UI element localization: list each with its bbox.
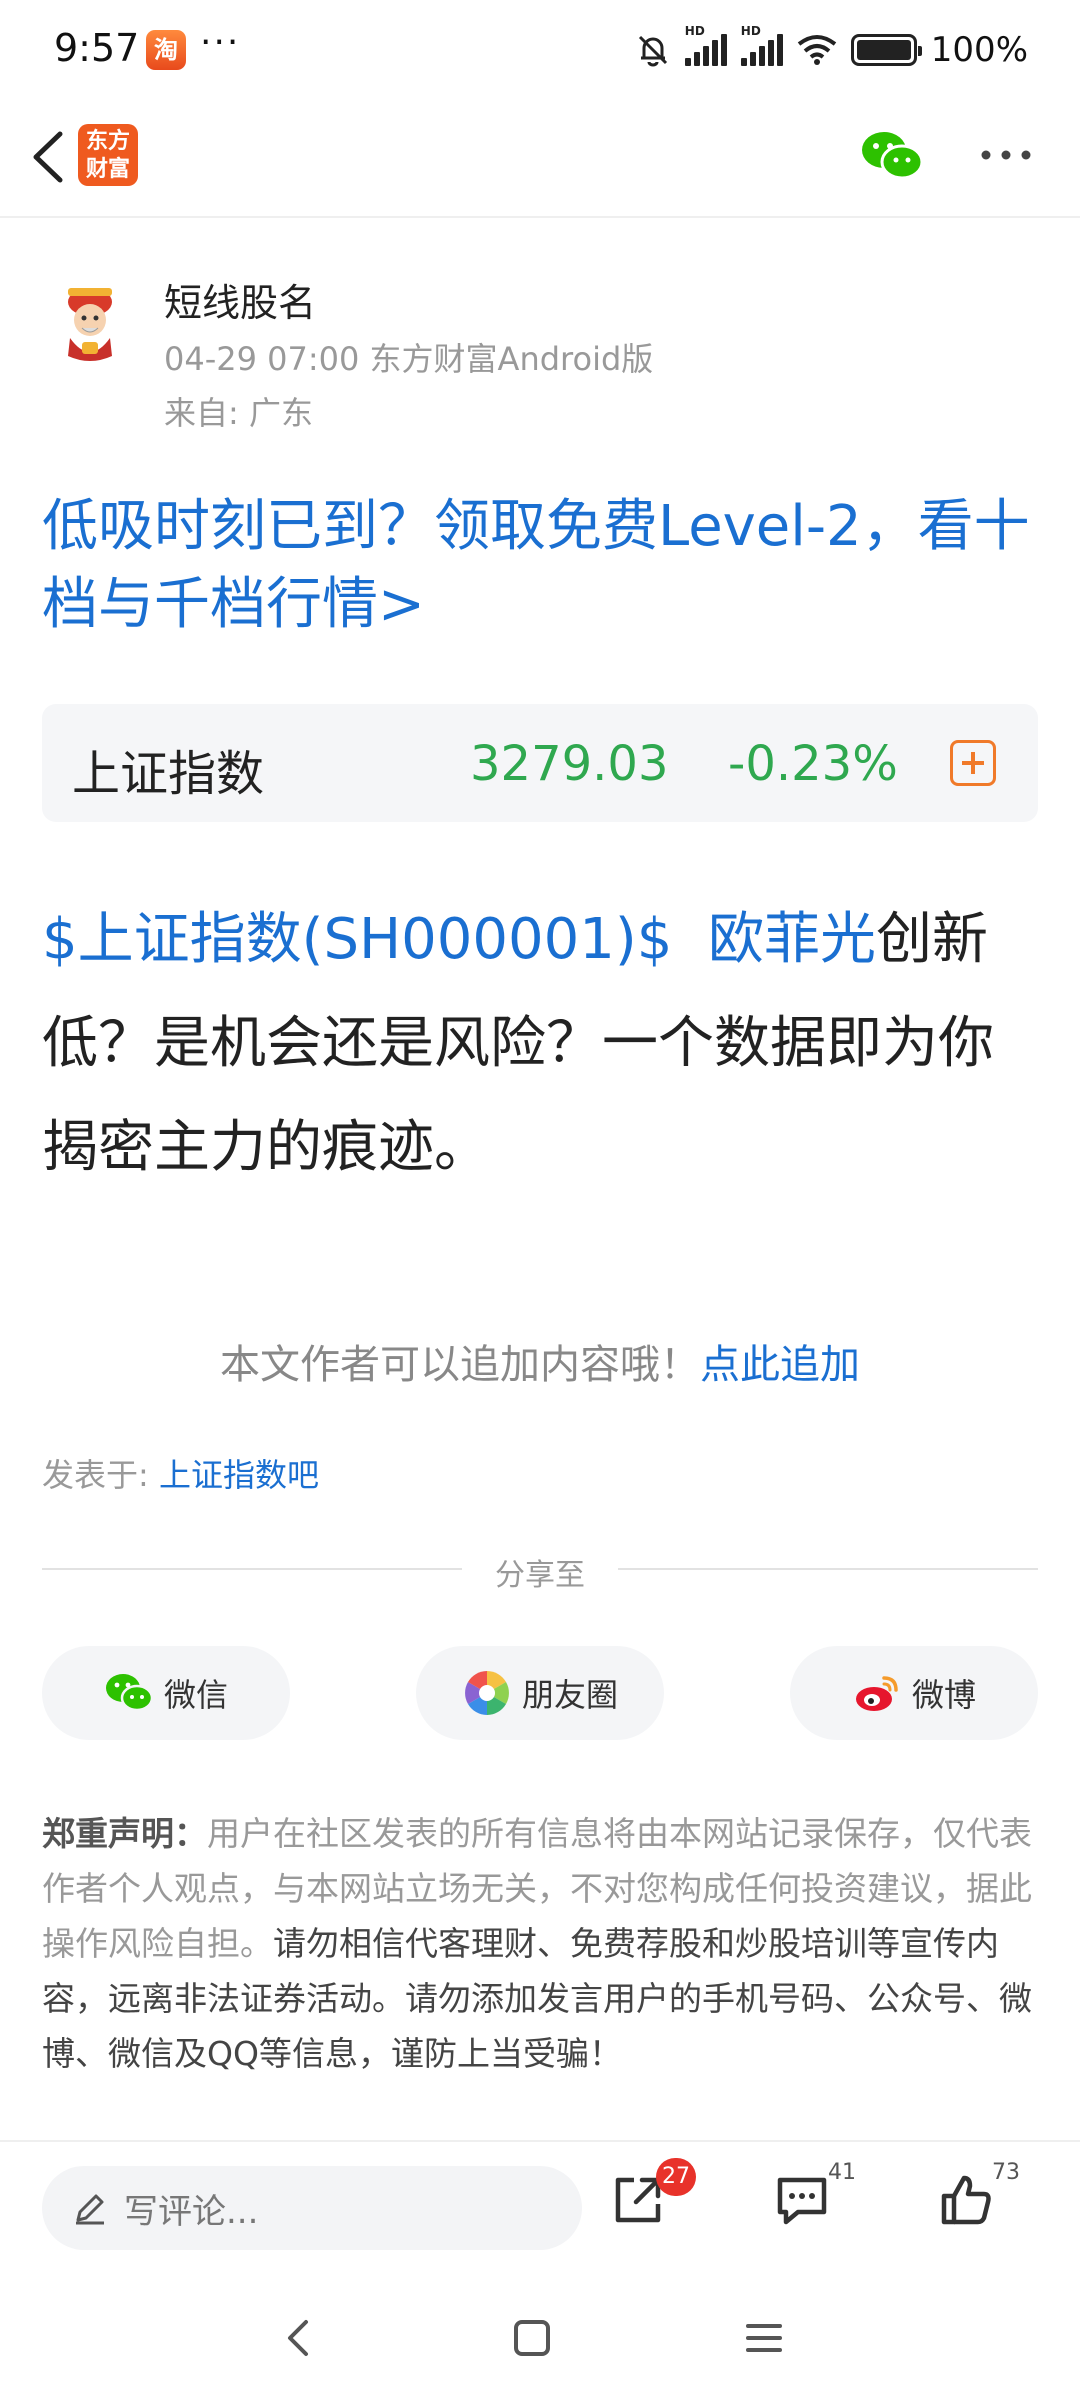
- system-home-icon[interactable]: [502, 2308, 562, 2368]
- share-moments-label: 朋友圈: [521, 1676, 618, 1714]
- thumbs-up-icon: [941, 2175, 991, 2225]
- mute-bell-icon: [638, 35, 667, 67]
- share-divider: 分享至: [42, 1548, 1038, 1593]
- comment-input[interactable]: 写评论...: [42, 2166, 582, 2250]
- like-button[interactable]: 73: [936, 2160, 1020, 2240]
- status-bar: 9:57 淘 ··· HD HD 100%: [0, 0, 1080, 100]
- status-more-dots: ···: [200, 22, 241, 63]
- battery-percent: 100%: [930, 30, 1028, 70]
- forum-link[interactable]: 上证指数吧: [159, 1456, 319, 1494]
- share-title: 分享至: [495, 1558, 585, 1593]
- post-meta: 04-29 07:00 东方财富Android版: [164, 340, 654, 378]
- status-time: 9:57: [54, 26, 140, 70]
- system-back-icon[interactable]: [270, 2308, 330, 2368]
- disclaimer: 郑重声明：用户在社区发表的所有信息将由本网站记录保存，仅代表作者个人观点，与本网…: [42, 1806, 1042, 2081]
- share-count-badge: 27: [656, 2158, 696, 2196]
- comment-icon: [777, 2177, 827, 2225]
- posted-in-label: 发表于:: [42, 1456, 159, 1494]
- share-weibo-button[interactable]: 微博: [790, 1646, 1038, 1740]
- stock-link-sh000001[interactable]: $上证指数(SH000001)$: [42, 907, 672, 972]
- battery-icon: [850, 34, 922, 66]
- wechat-share-icon[interactable]: [860, 128, 924, 184]
- index-name: 上证指数: [72, 746, 265, 802]
- share-moments-button[interactable]: 朋友圈: [416, 1646, 664, 1740]
- share-weibo-label: 微博: [911, 1676, 976, 1714]
- wifi-icon: [797, 35, 837, 65]
- pencil-icon: [76, 2194, 104, 2225]
- post-content: $上证指数(SH000001)$ 欧菲光创新低？是机会还是风险？一个数据即为你揭…: [42, 888, 1042, 1200]
- comments-button[interactable]: 41: [772, 2160, 856, 2240]
- top-nav-bar: 东方财富: [0, 100, 1080, 218]
- post-location: 来自: 广东: [164, 394, 313, 432]
- append-link[interactable]: 点此追加: [700, 1342, 860, 1388]
- index-quote-card[interactable]: 上证指数 3279.03 -0.23%: [42, 704, 1038, 822]
- posted-in: 发表于: 上证指数吧: [42, 1450, 319, 1496]
- add-watchlist-icon[interactable]: [950, 740, 996, 786]
- comment-placeholder: 写评论...: [124, 2191, 259, 2232]
- eastmoney-logo[interactable]: 东方财富: [78, 124, 138, 186]
- signal-icon-2: HD: [740, 24, 783, 66]
- status-indicators: HD HD 100%: [635, 24, 1028, 74]
- taobao-app-icon: 淘: [146, 30, 186, 70]
- share-button[interactable]: 27: [608, 2158, 696, 2240]
- stock-link-ofilm[interactable]: 欧菲光: [708, 907, 876, 972]
- share-wechat-label: 微信: [163, 1676, 228, 1714]
- wechat-icon: [105, 1674, 154, 1712]
- author-name[interactable]: 短线股名: [164, 272, 316, 327]
- index-value: 3279.03: [470, 736, 669, 792]
- back-arrow-icon[interactable]: [20, 122, 80, 192]
- bottom-action-bar: 写评论... 27 41 73: [0, 2140, 1080, 2270]
- append-hint-text: 本文作者可以追加内容哦！: [220, 1342, 700, 1388]
- more-options-icon[interactable]: [976, 140, 1036, 170]
- author-avatar[interactable]: [46, 276, 134, 364]
- signal-icon: HD: [684, 24, 727, 66]
- like-count: 73: [992, 2160, 1020, 2185]
- append-content-hint: 本文作者可以追加内容哦！点此追加: [0, 1332, 1080, 1390]
- index-change: -0.23%: [728, 736, 898, 792]
- weibo-icon: [855, 1676, 898, 1711]
- comment-count: 41: [828, 2160, 856, 2185]
- system-recents-icon[interactable]: [734, 2308, 794, 2368]
- share-wechat-button[interactable]: 微信: [42, 1646, 290, 1740]
- level2-promo-link[interactable]: 低吸时刻已到？领取免费Level-2，看十档与千档行情>: [42, 488, 1042, 644]
- system-nav-bar: [0, 2270, 1080, 2400]
- moments-icon: [465, 1671, 509, 1715]
- disclaimer-title: 郑重声明：: [42, 1814, 207, 1853]
